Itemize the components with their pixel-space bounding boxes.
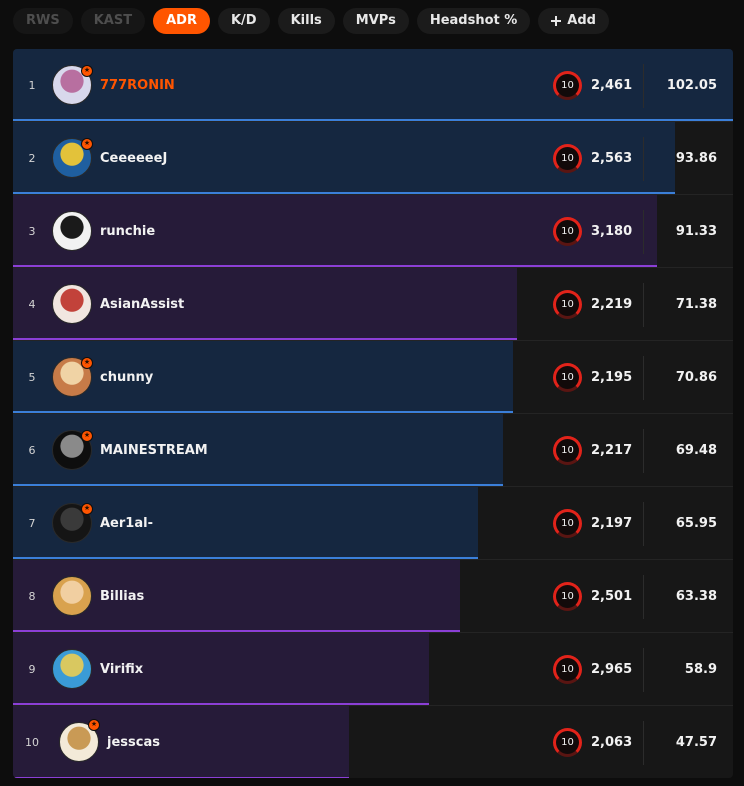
tab-label: KAST	[93, 13, 133, 28]
column-divider	[643, 283, 644, 327]
subscription-badge-icon: ★	[81, 357, 93, 369]
player-name[interactable]: AsianAssist	[100, 268, 184, 341]
rank-number: 4	[28, 298, 36, 311]
column-divider	[643, 356, 644, 400]
skill-level-icon: 10	[553, 217, 582, 246]
skill-level-icon: 10	[553, 71, 582, 100]
subscription-badge-icon: ★	[81, 65, 93, 77]
tab-label: ADR	[166, 13, 197, 28]
adr-value: 47.57	[675, 735, 717, 750]
avatar[interactable]	[52, 649, 92, 689]
player-name[interactable]: chunny	[100, 341, 153, 414]
leaderboard: 1 ★ 777RONIN 10 2,461 102.05 2 ★ Ceeeeee…	[13, 49, 733, 778]
leaderboard-row[interactable]: 7 ★ Aer1al- 10 2,197 65.95	[13, 487, 733, 560]
player-name[interactable]: Aer1al-	[100, 487, 153, 560]
player-name[interactable]: 777RONIN	[100, 49, 175, 122]
leaderboard-row[interactable]: 1 ★ 777RONIN 10 2,461 102.05	[13, 49, 733, 122]
leaderboard-row[interactable]: 8 Billias 10 2,501 63.38	[13, 560, 733, 633]
column-divider	[643, 429, 644, 473]
tab-headshot[interactable]: Headshot %	[416, 8, 531, 34]
tab-label: Kills	[290, 13, 322, 28]
column-divider	[643, 502, 644, 546]
tab-kast[interactable]: KAST	[80, 8, 146, 34]
tab-kills[interactable]: Kills	[277, 8, 335, 34]
leaderboard-row[interactable]: 5 ★ chunny 10 2,195 70.86	[13, 341, 733, 414]
skill-level-icon: 10	[553, 436, 582, 465]
leaderboard-row[interactable]: 6 ★ MAINESTREAM 10 2,217 69.48	[13, 414, 733, 487]
column-divider	[643, 721, 644, 765]
skill-level-icon: 10	[553, 655, 582, 684]
subscription-badge-icon: ★	[81, 138, 93, 150]
elo-value: 2,461	[591, 78, 633, 93]
avatar[interactable]	[52, 211, 92, 251]
tab-adr[interactable]: ADR	[153, 8, 210, 34]
tab-rws[interactable]: RWS	[13, 8, 73, 34]
subscription-badge-icon: ★	[81, 430, 93, 442]
tab-label: MVPs	[355, 13, 396, 28]
column-divider	[643, 210, 644, 254]
rank-number: 6	[28, 444, 36, 457]
leaderboard-row[interactable]: 10 ★ jesscas 10 2,063 47.57	[13, 706, 733, 778]
elo-value: 2,197	[591, 516, 633, 531]
plus-icon	[551, 16, 562, 26]
elo-value: 3,180	[591, 224, 633, 239]
elo-value: 2,195	[591, 370, 633, 385]
player-name[interactable]: Virifix	[100, 633, 143, 706]
elo-value: 2,219	[591, 297, 633, 312]
rank-number: 3	[28, 225, 36, 238]
skill-level-icon: 10	[553, 728, 582, 757]
elo-value: 2,217	[591, 443, 633, 458]
player-name[interactable]: MAINESTREAM	[100, 414, 208, 487]
adr-value: 71.38	[675, 297, 717, 312]
tab-label: K/D	[230, 13, 257, 28]
player-name[interactable]: CeeeeeeJ	[100, 122, 167, 195]
adr-value: 58.9	[684, 662, 717, 677]
leaderboard-row[interactable]: 2 ★ CeeeeeeJ 10 2,563 93.86	[13, 122, 733, 195]
rank-number: 10	[25, 736, 39, 749]
tab-label: RWS	[26, 13, 60, 28]
tab-kd[interactable]: K/D	[217, 8, 270, 34]
rank-number: 9	[28, 663, 36, 676]
tab-label: Headshot %	[429, 13, 518, 28]
skill-level-icon: 10	[553, 144, 582, 173]
adr-value: 69.48	[675, 443, 717, 458]
add-label: Add	[567, 13, 596, 28]
leaderboard-row[interactable]: 4 AsianAssist 10 2,219 71.38	[13, 268, 733, 341]
skill-level-icon: 10	[553, 582, 582, 611]
column-divider	[643, 64, 644, 108]
avatar[interactable]	[52, 576, 92, 616]
rank-number: 1	[28, 79, 36, 92]
player-name[interactable]: Billias	[100, 560, 144, 633]
skill-level-icon: 10	[553, 363, 582, 392]
stat-tabs: RWS KAST ADR K/D Kills MVPs Headshot % A…	[13, 8, 609, 34]
player-name[interactable]: jesscas	[107, 706, 160, 778]
adr-value: 70.86	[675, 370, 717, 385]
skill-level-icon: 10	[553, 290, 582, 319]
adr-value: 63.38	[675, 589, 717, 604]
leaderboard-row[interactable]: 3 runchie 10 3,180 91.33	[13, 195, 733, 268]
column-divider	[643, 137, 644, 181]
column-divider	[643, 575, 644, 619]
add-stat-button[interactable]: Add	[538, 8, 609, 34]
rank-number: 5	[28, 371, 36, 384]
rank-number: 2	[28, 152, 36, 165]
player-name[interactable]: runchie	[100, 195, 155, 268]
adr-value: 91.33	[675, 224, 717, 239]
elo-value: 2,965	[591, 662, 633, 677]
subscription-badge-icon: ★	[81, 503, 93, 515]
elo-value: 2,501	[591, 589, 633, 604]
skill-level-icon: 10	[553, 509, 582, 538]
leaderboard-row[interactable]: 9 Virifix 10 2,965 58.9	[13, 633, 733, 706]
avatar[interactable]	[52, 284, 92, 324]
tab-mvps[interactable]: MVPs	[342, 8, 409, 34]
subscription-badge-icon: ★	[88, 719, 100, 731]
elo-value: 2,063	[591, 735, 633, 750]
adr-value: 102.05	[666, 78, 717, 93]
column-divider	[643, 648, 644, 692]
rank-number: 7	[28, 517, 36, 530]
adr-value: 93.86	[675, 151, 717, 166]
rank-number: 8	[28, 590, 36, 603]
elo-value: 2,563	[591, 151, 633, 166]
adr-value: 65.95	[675, 516, 717, 531]
